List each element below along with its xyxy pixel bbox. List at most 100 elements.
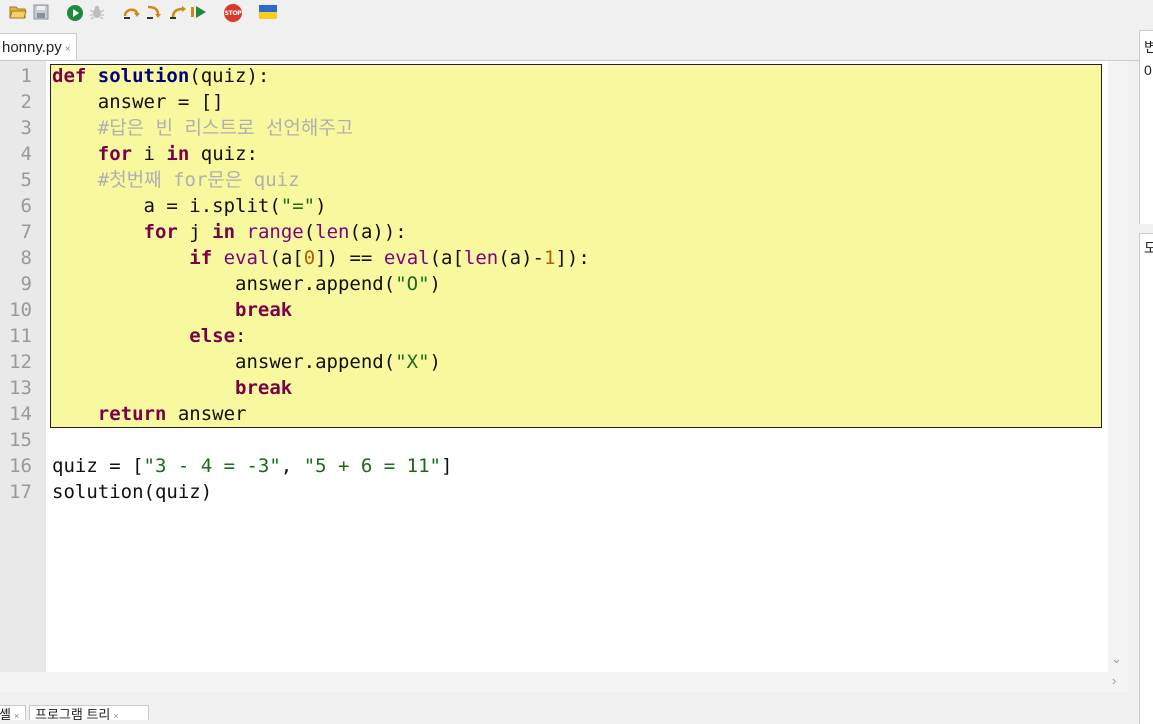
line-number: 9 (20, 273, 32, 295)
stop-icon[interactable]: STOP (224, 4, 242, 22)
code-line[interactable]: answer.append("O") (52, 271, 441, 297)
line-number: 5 (20, 169, 32, 191)
code-text: ) (429, 351, 441, 373)
code-text: (a[ (269, 247, 304, 269)
tab-close-icon[interactable]: × (113, 711, 118, 720)
bottom-tab-bar: 셸 × 프로그램 트리 × (0, 700, 1139, 720)
builtin: len (463, 247, 499, 269)
code-text: ] (440, 455, 453, 477)
variables-panel-label: 변 (1144, 37, 1153, 57)
code-line[interactable]: else: (52, 323, 247, 349)
code-line[interactable]: def solution(quiz): (52, 63, 269, 89)
code-line[interactable]: for i in quiz: (52, 141, 258, 167)
number-literal: 0 (303, 247, 316, 269)
code-line[interactable]: break (52, 375, 292, 401)
code-line[interactable]: for j in range(len(a)): (52, 219, 407, 245)
save-icon[interactable] (33, 4, 49, 20)
tab-file[interactable]: honny.py × (0, 33, 77, 60)
line-number: 10 (9, 299, 32, 321)
code-text: (a)- (498, 247, 544, 269)
line-number: 13 (9, 377, 32, 399)
line-number: 12 (9, 351, 32, 373)
code-line[interactable]: if eval(a[0]) == eval(a[len(a)-1]): (52, 245, 590, 271)
code-text: answer (166, 403, 247, 425)
code-text: ]): (555, 247, 590, 269)
keyword: else (189, 325, 236, 347)
run-icon[interactable] (66, 4, 84, 22)
scroll-down-icon[interactable]: ⌄ (1111, 651, 1122, 667)
horizontal-scrollbar[interactable]: › (0, 672, 1128, 692)
code-line[interactable]: #첫번째 for문은 quiz (52, 167, 300, 193)
string-literal: "5 + 6 = 11" (303, 455, 441, 477)
code-text: (quiz): (189, 65, 270, 87)
tab-shell-label: 셸 (0, 707, 11, 720)
code-text: : (235, 325, 247, 347)
code-text: answer = [] (97, 91, 224, 113)
code-line[interactable]: answer = [] (52, 89, 224, 115)
code-text: answer.append( (235, 351, 396, 373)
open-folder-icon[interactable] (9, 4, 27, 20)
keyword: break (235, 377, 293, 399)
code-line[interactable]: a = i.split("=") (52, 193, 327, 219)
tab-close-icon[interactable]: × (14, 711, 19, 720)
keyword: in (166, 143, 190, 165)
tab-program-tree[interactable]: 프로그램 트리 × (29, 705, 149, 720)
function-name: solution (97, 65, 190, 87)
code-line[interactable]: break (52, 297, 292, 323)
toolbar: STOP (0, 0, 1153, 30)
code-line[interactable]: answer.append("X") (52, 349, 441, 375)
scroll-right-icon[interactable]: › (1112, 673, 1116, 688)
vertical-scrollbar[interactable]: ⌄ (1108, 61, 1128, 672)
comment: #답은 빈 리스트로 선언해주고 (97, 117, 354, 139)
step-out-icon[interactable] (169, 4, 187, 20)
line-number: 6 (20, 195, 32, 217)
code-text: ) (429, 273, 441, 295)
keyword: if (189, 247, 213, 269)
code-text: answer.append( (235, 273, 396, 295)
debug-icon[interactable] (89, 4, 105, 20)
builtin: range (246, 221, 304, 243)
step-into-icon[interactable] (146, 4, 164, 20)
code-line[interactable]: quiz = ["3 - 4 = -3", "5 + 6 = 11"] (52, 453, 452, 479)
code-text: solution(quiz) (52, 481, 213, 503)
ukraine-flag-icon[interactable] (259, 4, 277, 20)
keyword: def (52, 65, 87, 87)
keyword: for (97, 143, 133, 165)
assistant-panel-label: 도 (1144, 238, 1153, 258)
keyword: for (143, 221, 178, 243)
string-literal: "X" (395, 351, 430, 373)
code-line[interactable]: solution(quiz) (52, 479, 212, 505)
code-line[interactable]: #답은 빈 리스트로 선언해주고 (52, 115, 354, 141)
code-text: j (177, 221, 213, 243)
code-editor[interactable]: 1 2 3 4 5 6 7 8 9 10 11 12 13 14 15 16 1… (0, 61, 1128, 692)
code-text: (a[ (429, 247, 464, 269)
step-over-icon[interactable] (123, 4, 141, 20)
code-text: a = i.split( (143, 195, 281, 217)
tab-close-icon[interactable]: × (65, 44, 71, 55)
line-number: 14 (9, 403, 32, 425)
tab-shell[interactable]: 셸 × (0, 705, 26, 720)
code-text: (a)): (349, 221, 407, 243)
resume-icon[interactable] (190, 4, 208, 20)
builtin: eval (223, 247, 270, 269)
number-literal: 1 (544, 247, 556, 269)
variables-panel-value: 0 (1144, 62, 1152, 78)
tab-program-tree-label: 프로그램 트리 (35, 707, 111, 720)
line-number: 1 (20, 65, 32, 87)
variables-panel: 변 0 (1139, 30, 1153, 224)
line-number: 2 (20, 91, 32, 113)
line-number: 4 (20, 143, 32, 165)
code-line[interactable]: return answer (52, 401, 247, 427)
string-literal: "3 - 4 = -3" (143, 455, 281, 477)
code-text: ) (315, 195, 327, 217)
